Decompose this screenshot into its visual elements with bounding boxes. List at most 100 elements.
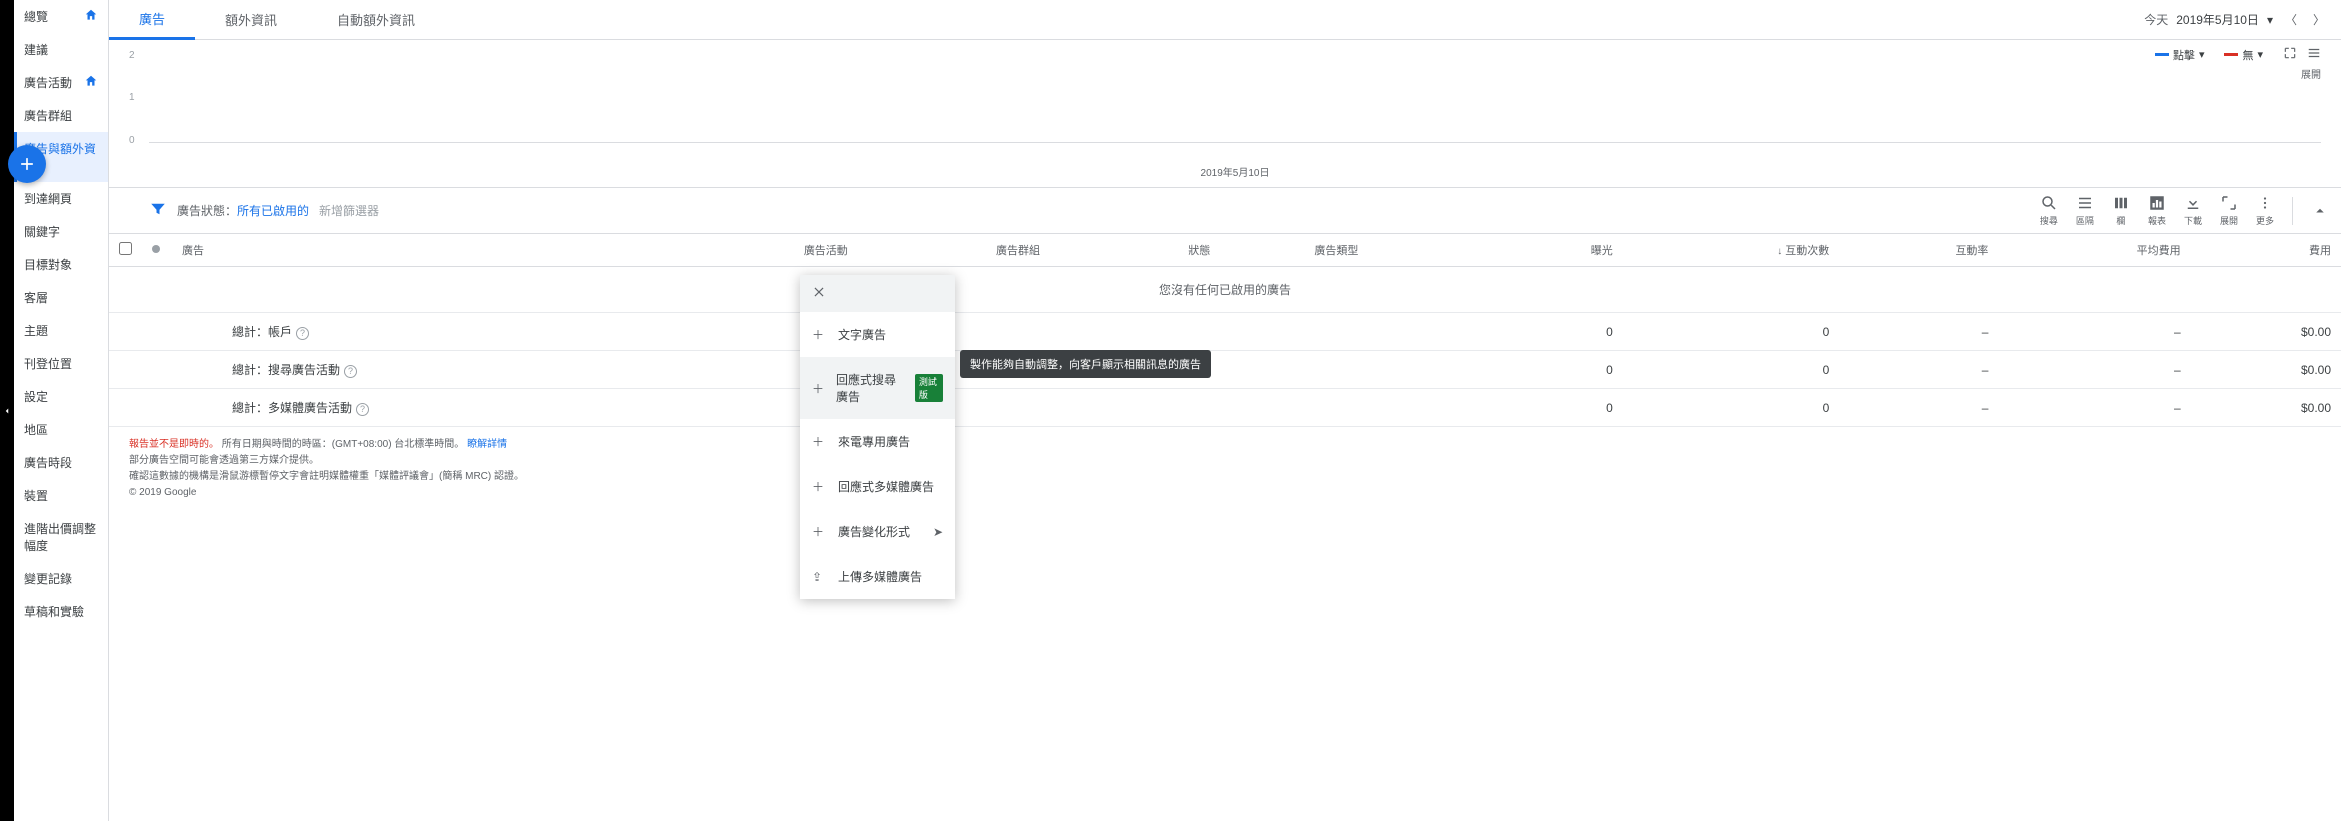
- help-icon[interactable]: ?: [356, 403, 369, 416]
- cell-inter: 0: [1623, 389, 1839, 427]
- footer: 報告並不是即時的。 所有日期與時間的時區：(GMT+08:00) 台北標準時間。…: [109, 427, 2341, 511]
- segment-icon: [2076, 194, 2094, 212]
- plus-icon: ＋: [812, 478, 826, 495]
- popup-close-button[interactable]: [800, 275, 955, 312]
- sidebar-collapse-button[interactable]: [0, 0, 14, 821]
- nav-label: 主題: [24, 322, 48, 339]
- tool-expand[interactable]: 展開: [2220, 194, 2238, 227]
- nav-label: 關鍵字: [24, 223, 60, 240]
- popup-text-ad[interactable]: ＋ 文字廣告: [800, 312, 955, 357]
- popup-upload-display-ad[interactable]: ⇪ 上傳多媒體廣告: [800, 554, 955, 599]
- tabs-row: 廣告 額外資訊 自動額外資訊 今天 2019年5月10日 ▾ 〈 〉: [109, 0, 2341, 40]
- more-icon: [2256, 194, 2274, 212]
- col-rate[interactable]: 互動率: [1839, 234, 1998, 267]
- nav-label: 總覽: [24, 8, 48, 25]
- col-ad[interactable]: 廣告: [172, 234, 794, 267]
- cell-inter: 0: [1623, 351, 1839, 389]
- help-icon[interactable]: ?: [344, 365, 357, 378]
- nav-recommendations[interactable]: 建議: [14, 33, 108, 66]
- select-all-checkbox[interactable]: [119, 242, 132, 255]
- popup-item-label: 回應式多媒體廣告: [838, 478, 934, 495]
- add-filter-button[interactable]: 新增篩選器: [319, 202, 379, 219]
- chevron-left-icon: [2, 406, 12, 416]
- nav-label: 廣告活動: [24, 74, 72, 91]
- tool-collapse[interactable]: [2311, 202, 2329, 220]
- popup-item-label: 廣告變化形式: [838, 523, 910, 540]
- summary-row-display: 總計：多媒體廣告活動? 0 0 – – $0.00: [109, 389, 2341, 427]
- col-impressions[interactable]: 曝光: [1497, 234, 1623, 267]
- tab-ads[interactable]: 廣告: [109, 0, 195, 40]
- col-avgcost[interactable]: 平均費用: [1998, 234, 2190, 267]
- tool-search[interactable]: 搜尋: [2040, 194, 2058, 227]
- upload-icon: ⇪: [812, 570, 826, 584]
- nav-landing-pages[interactable]: 到達網頁: [14, 182, 108, 215]
- nav-keywords[interactable]: 關鍵字: [14, 215, 108, 248]
- cell-cost: $0.00: [2191, 313, 2341, 351]
- y-tick: 1: [129, 92, 135, 103]
- col-cost[interactable]: 費用: [2191, 234, 2341, 267]
- nav-placements[interactable]: 刊登位置: [14, 347, 108, 380]
- nav-devices[interactable]: 裝置: [14, 479, 108, 512]
- nav-label: 設定: [24, 388, 48, 405]
- tool-more[interactable]: 更多: [2256, 194, 2274, 227]
- tool-columns[interactable]: 欄: [2112, 194, 2130, 227]
- date-picker[interactable]: 今天 2019年5月10日 ▾ 〈 〉: [2144, 7, 2341, 32]
- col-status[interactable]: 狀態: [1178, 234, 1304, 267]
- tool-reports[interactable]: 報表: [2148, 194, 2166, 227]
- nav-drafts-experiments[interactable]: 草稿和實驗: [14, 595, 108, 628]
- columns-icon: [2112, 194, 2130, 212]
- date-next-button[interactable]: 〉: [2309, 7, 2329, 32]
- help-icon[interactable]: ?: [296, 327, 309, 340]
- new-ad-popup: ＋ 文字廣告 ＋ 回應式搜尋廣告 測試版 ＋ 來電專用廣告 ＋ 回應式多媒體廣告…: [800, 275, 955, 599]
- summary-label: 總計：搜尋廣告活動: [232, 363, 340, 377]
- home-icon: [84, 74, 98, 91]
- cell-impr: 0: [1497, 351, 1623, 389]
- nav-settings[interactable]: 設定: [14, 380, 108, 413]
- footer-tz: 所有日期與時間的時區：(GMT+08:00) 台北標準時間。: [222, 439, 465, 450]
- col-adgroup[interactable]: 廣告群組: [986, 234, 1178, 267]
- popup-responsive-search-ad[interactable]: ＋ 回應式搜尋廣告 測試版: [800, 357, 955, 419]
- cell-rate: –: [1839, 351, 1998, 389]
- beta-badge: 測試版: [915, 374, 943, 402]
- plus-icon: ＋: [812, 523, 826, 540]
- popup-responsive-display-ad[interactable]: ＋ 回應式多媒體廣告: [800, 464, 955, 509]
- nav-overview[interactable]: 總覽: [14, 0, 108, 33]
- nav-audiences[interactable]: 目標對象: [14, 248, 108, 281]
- nav-change-history[interactable]: 變更記錄: [14, 562, 108, 595]
- cell-avg: –: [1998, 389, 2190, 427]
- filter-chip[interactable]: 廣告狀態：所有已啟用的: [177, 202, 309, 219]
- plus-icon: ＋: [812, 380, 824, 397]
- tab-auto-extensions[interactable]: 自動額外資訊: [307, 0, 445, 40]
- tab-extensions[interactable]: 額外資訊: [195, 0, 307, 40]
- nav-topics[interactable]: 主題: [14, 314, 108, 347]
- tool-download[interactable]: 下載: [2184, 194, 2202, 227]
- nav-ad-schedule[interactable]: 廣告時段: [14, 446, 108, 479]
- filter-icon: [149, 200, 167, 221]
- learn-more-link[interactable]: 瞭解詳情: [467, 439, 507, 450]
- chevron-up-icon: [2311, 202, 2329, 220]
- popup-item-label: 上傳多媒體廣告: [838, 568, 922, 585]
- nav-adgroups[interactable]: 廣告群組: [14, 99, 108, 132]
- nav-label: 廣告群組: [24, 107, 72, 124]
- col-interactions[interactable]: ↓ 互動次數: [1623, 234, 1839, 267]
- nav-label: 建議: [24, 41, 48, 58]
- tool-segment[interactable]: 區隔: [2076, 194, 2094, 227]
- popup-ad-variations[interactable]: ＋ 廣告變化形式 ➤: [800, 509, 955, 554]
- popup-call-only-ad[interactable]: ＋ 來電專用廣告: [800, 419, 955, 464]
- summary-row-account: 總計：帳戶? 0 0 – – $0.00: [109, 313, 2341, 351]
- sort-down-icon: ↓: [1777, 246, 1782, 257]
- cell-cost: $0.00: [2191, 389, 2341, 427]
- col-adtype[interactable]: 廣告類型: [1304, 234, 1496, 267]
- nav-campaigns[interactable]: 廣告活動: [14, 66, 108, 99]
- date-prev-button[interactable]: 〈: [2281, 7, 2301, 32]
- nav-bid-adjustments[interactable]: 進階出價調整幅度: [14, 512, 108, 562]
- close-icon: [812, 285, 826, 299]
- date-today-label: 今天: [2144, 11, 2168, 28]
- nav-locations[interactable]: 地區: [14, 413, 108, 446]
- nav-demographics[interactable]: 客層: [14, 281, 108, 314]
- col-campaign[interactable]: 廣告活動: [794, 234, 986, 267]
- date-value: 2019年5月10日: [2176, 11, 2259, 28]
- cell-impr: 0: [1497, 389, 1623, 427]
- nav-label: 廣告時段: [24, 454, 72, 471]
- sidebar: 總覽 建議 廣告活動 廣告群組 廣告與額外資訊 到達網頁 關鍵字 目標對象 客層…: [14, 0, 109, 821]
